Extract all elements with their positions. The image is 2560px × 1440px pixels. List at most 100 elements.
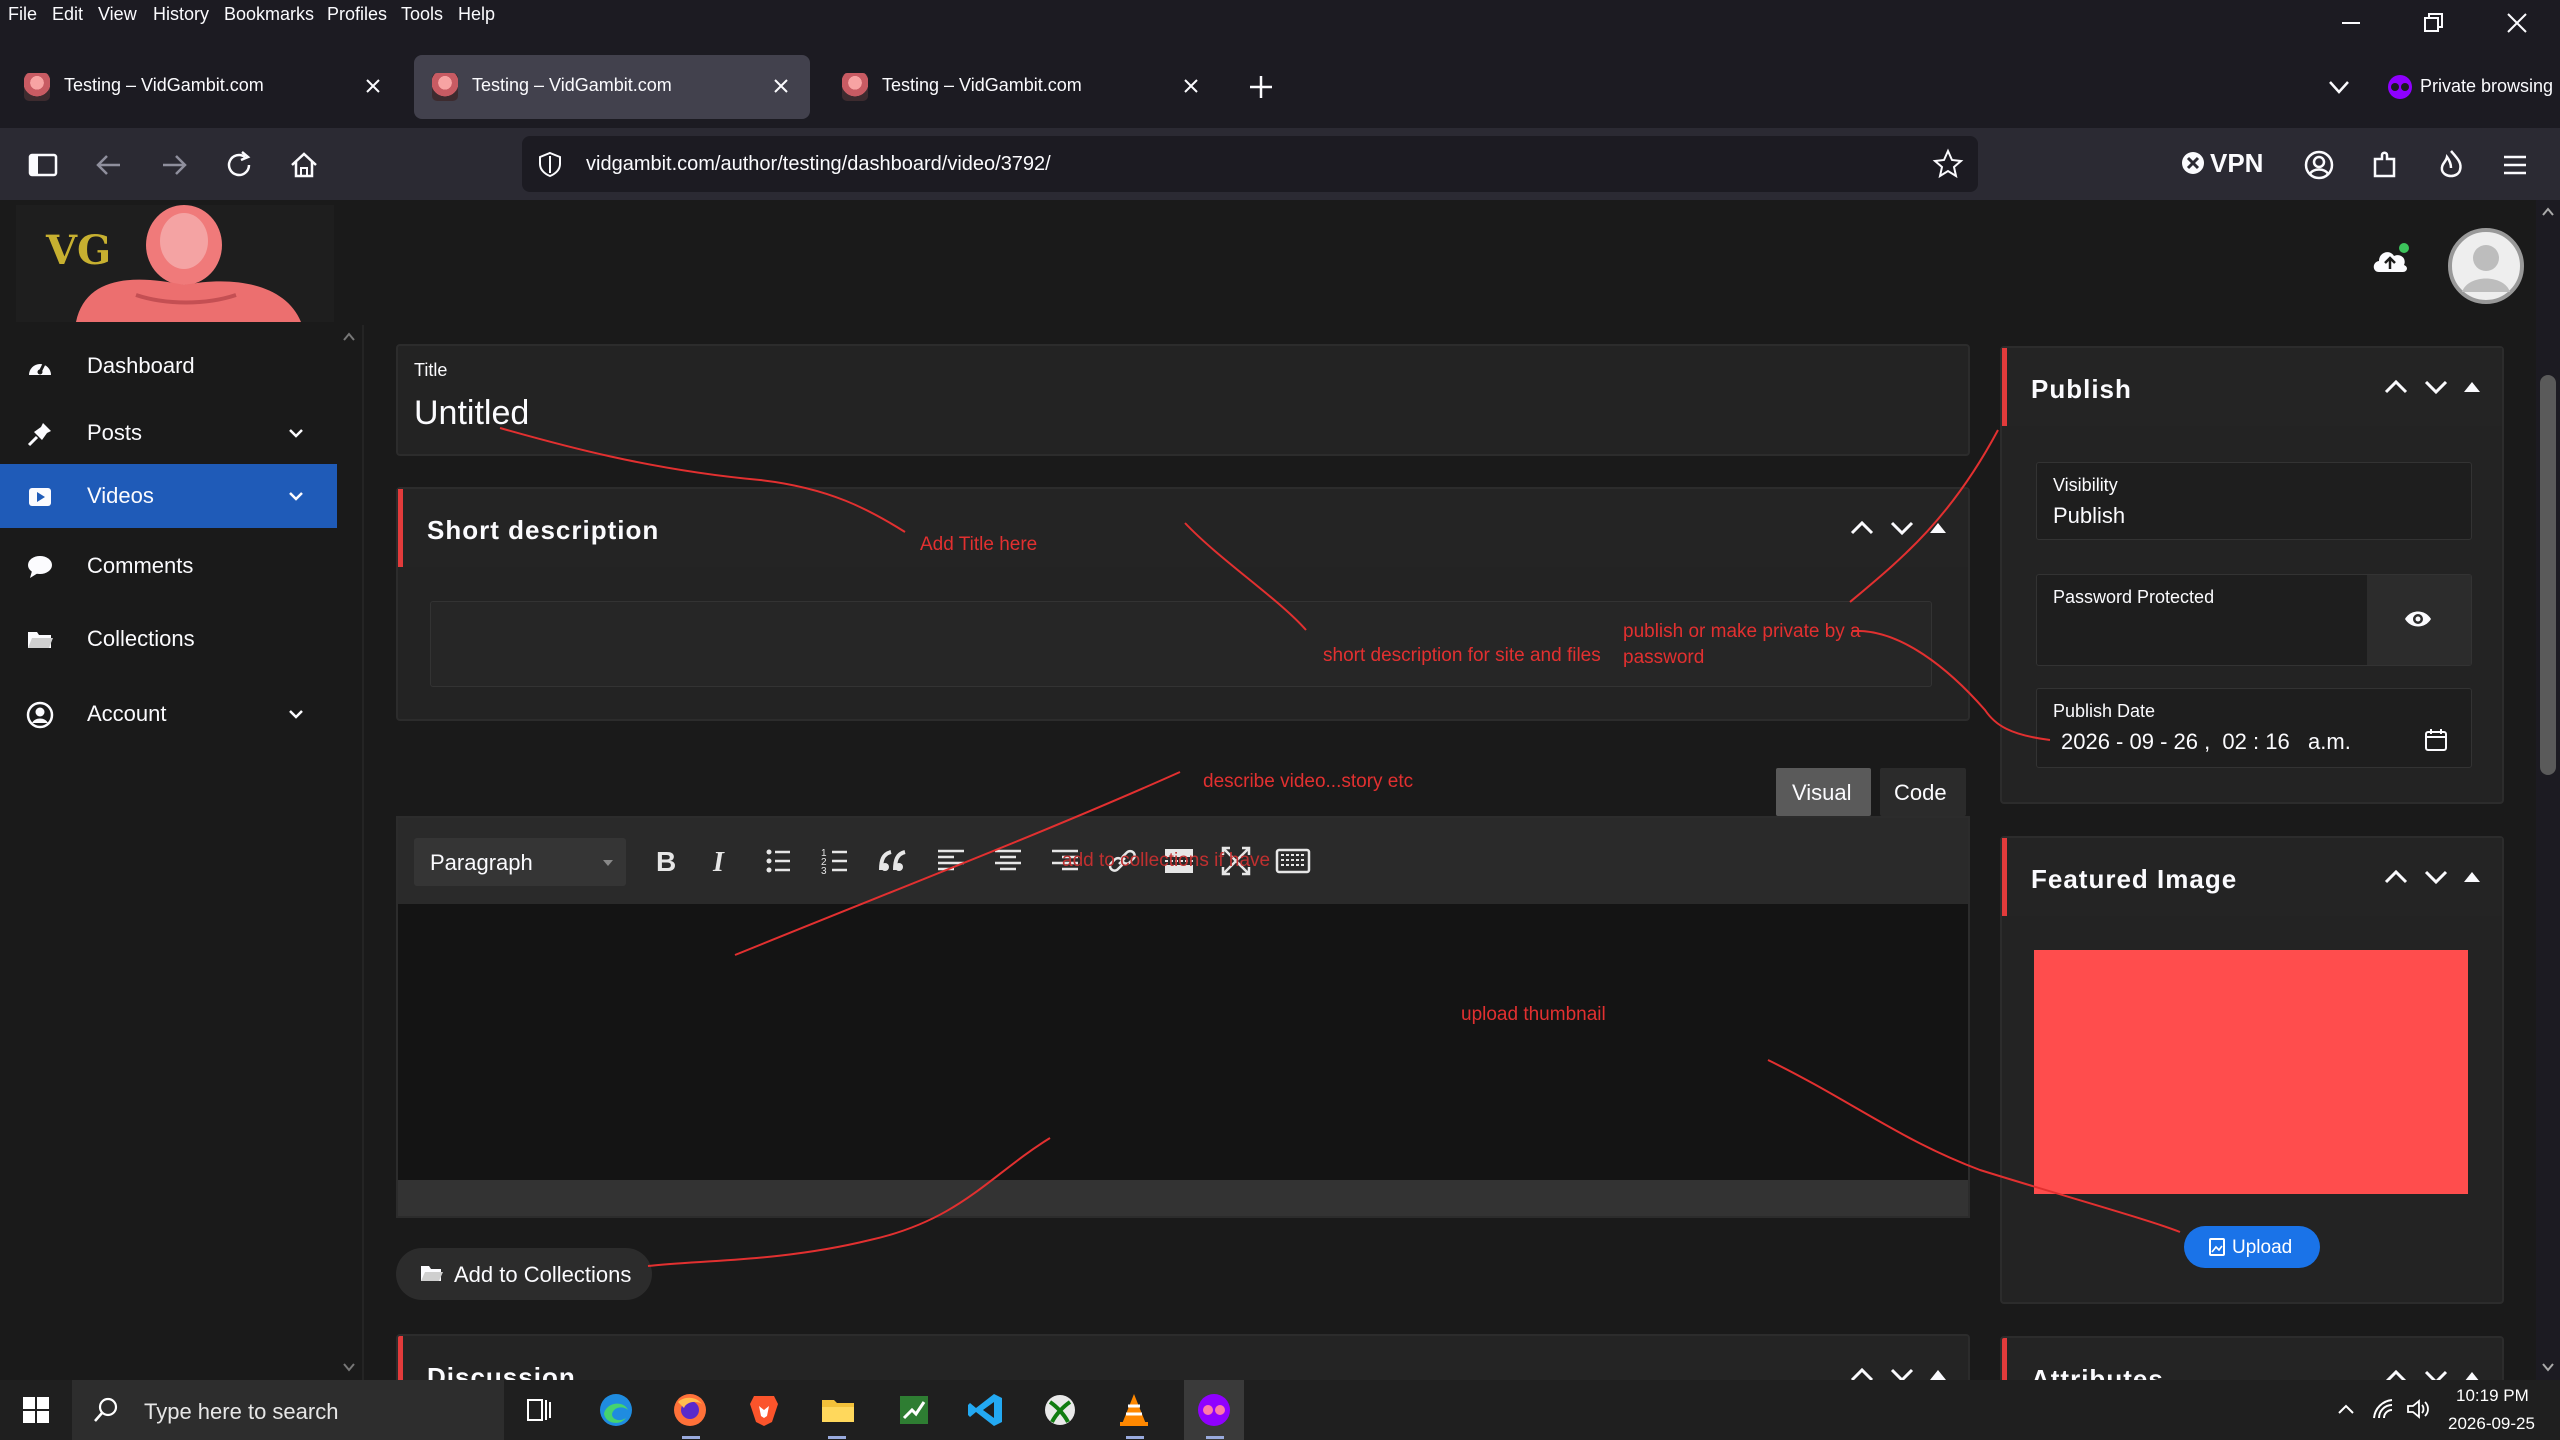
hamburger-menu-icon[interactable] xyxy=(2496,146,2534,184)
chevron-down-icon[interactable] xyxy=(286,423,306,443)
site-logo[interactable]: VG xyxy=(16,205,334,322)
browser-tab-active[interactable]: Testing – VidGambit.com xyxy=(414,55,810,119)
attributes-header[interactable]: Attributes xyxy=(2002,1338,2502,1382)
running-indicator xyxy=(1126,1436,1144,1439)
home-icon[interactable] xyxy=(285,146,323,184)
vscode-icon[interactable] xyxy=(964,1388,1008,1432)
url-text[interactable]: vidgambit.com/author/testing/dashboard/v… xyxy=(586,153,1051,176)
menu-view[interactable]: View xyxy=(98,4,137,25)
upload-button[interactable]: Upload xyxy=(2184,1226,2320,1268)
sidebar-item-collections[interactable]: Collections xyxy=(0,607,337,671)
wifi-icon[interactable] xyxy=(2372,1398,2394,1420)
publish-header[interactable]: Publish xyxy=(2002,348,2502,426)
paragraph-select[interactable]: Paragraph xyxy=(414,838,626,886)
thumbnail-placeholder[interactable] xyxy=(2034,950,2468,1194)
edge-icon[interactable] xyxy=(594,1388,638,1432)
menu-help[interactable]: Help xyxy=(458,4,495,25)
featured-image-header[interactable]: Featured Image xyxy=(2002,838,2502,916)
align-center-icon[interactable] xyxy=(987,840,1029,882)
account-icon[interactable] xyxy=(2300,146,2338,184)
address-bar[interactable]: vidgambit.com/author/testing/dashboard/v… xyxy=(522,136,1978,192)
scroll-up-icon[interactable] xyxy=(2540,205,2556,219)
folder-icon xyxy=(26,626,54,654)
firefox-icon[interactable] xyxy=(668,1388,712,1432)
menu-history[interactable]: History xyxy=(153,4,209,25)
short-description-header[interactable]: Short description xyxy=(398,489,1968,567)
shield-icon[interactable] xyxy=(536,150,564,178)
reload-icon[interactable] xyxy=(220,146,258,184)
forward-icon[interactable] xyxy=(155,146,193,184)
menu-bookmarks[interactable]: Bookmarks xyxy=(224,4,314,25)
menu-profiles[interactable]: Profiles xyxy=(327,4,387,25)
close-tab-icon[interactable] xyxy=(1178,73,1204,99)
sidebar-item-posts[interactable]: Posts xyxy=(0,401,337,465)
sidebar-scroll-down-icon[interactable] xyxy=(342,1360,356,1374)
taskbar-search-box[interactable]: Type here to search xyxy=(72,1380,504,1440)
sidebar-toggle-icon[interactable] xyxy=(24,146,62,184)
vpn-off-icon[interactable] xyxy=(2180,150,2206,176)
publish-date-label: Publish Date xyxy=(2053,701,2156,721)
align-left-icon[interactable] xyxy=(930,840,972,882)
panel-order-controls[interactable] xyxy=(2372,372,2482,402)
publish-date-value[interactable]: 2026 - 09 - 26 , 02 : 16 a.m. xyxy=(2061,729,2351,755)
bullet-list-icon[interactable] xyxy=(758,840,800,882)
upload-cloud-icon[interactable] xyxy=(2370,242,2410,276)
tab-visual[interactable]: Visual xyxy=(1776,768,1871,816)
calendar-icon[interactable] xyxy=(2423,727,2449,753)
browser-tab[interactable]: Testing – VidGambit.com xyxy=(824,55,1220,119)
browser-tab[interactable]: Testing – VidGambit.com xyxy=(6,55,402,119)
blockquote-icon[interactable] xyxy=(873,840,915,882)
close-tab-icon[interactable] xyxy=(360,73,386,99)
scroll-down-icon[interactable] xyxy=(2540,1360,2556,1374)
windows-start-icon[interactable] xyxy=(22,1396,50,1424)
favicon-icon xyxy=(842,73,868,101)
editor-app-icon[interactable] xyxy=(892,1388,936,1432)
toolbar-toggle-icon[interactable] xyxy=(1272,840,1314,882)
volume-icon[interactable] xyxy=(2406,1398,2430,1420)
browser-app-icon[interactable] xyxy=(1192,1388,1236,1432)
xbox-icon[interactable] xyxy=(1038,1388,1082,1432)
publish-date-field[interactable]: Publish Date 2026 - 09 - 26 , 02 : 16 a.… xyxy=(2036,688,2472,768)
menu-file[interactable]: File xyxy=(8,4,37,25)
visibility-select[interactable]: Visibility Publish xyxy=(2036,462,2472,540)
flame-icon[interactable] xyxy=(2432,146,2470,184)
numbered-list-icon[interactable]: 123 xyxy=(815,840,857,882)
chevron-down-icon[interactable] xyxy=(286,486,306,506)
favicon-icon xyxy=(24,73,50,101)
add-to-collections-button[interactable]: Add to Collections xyxy=(396,1248,652,1300)
title-input[interactable]: Untitled xyxy=(414,394,529,433)
brave-icon[interactable] xyxy=(742,1388,786,1432)
panel-order-controls[interactable] xyxy=(2372,862,2482,892)
show-password-button[interactable] xyxy=(2367,575,2471,665)
back-icon[interactable] xyxy=(90,146,128,184)
chevron-down-icon[interactable] xyxy=(286,704,306,724)
avatar[interactable] xyxy=(2448,228,2524,304)
sidebar-item-videos[interactable]: Videos xyxy=(0,464,337,528)
clock-date[interactable]: 2026-09-25 xyxy=(2448,1414,2535,1434)
vlc-icon[interactable] xyxy=(1112,1388,1156,1432)
vpn-label[interactable]: VPN xyxy=(2210,148,2263,179)
title-field[interactable]: Title Untitled xyxy=(396,344,1970,456)
task-view-icon[interactable] xyxy=(518,1388,562,1432)
password-protected-field[interactable]: Password Protected xyxy=(2036,574,2472,666)
tab-code[interactable]: Code xyxy=(1880,768,1966,816)
sidebar-item-comments[interactable]: Comments xyxy=(0,534,337,598)
extensions-icon[interactable] xyxy=(2366,146,2404,184)
clock-time[interactable]: 10:19 PM xyxy=(2456,1386,2529,1406)
file-explorer-icon[interactable] xyxy=(816,1388,860,1432)
list-tabs-chevron-icon[interactable] xyxy=(2326,74,2352,100)
editor-body[interactable] xyxy=(398,904,1968,1180)
sidebar-item-dashboard[interactable]: Dashboard xyxy=(0,334,337,398)
menu-edit[interactable]: Edit xyxy=(52,4,83,25)
bold-icon[interactable]: B xyxy=(644,840,686,882)
tray-chevron-up-icon[interactable] xyxy=(2336,1400,2356,1420)
sidebar-scroll-up-icon[interactable] xyxy=(342,330,356,344)
menu-tools[interactable]: Tools xyxy=(401,4,443,25)
panel-order-controls[interactable] xyxy=(1838,513,1948,543)
page-scrollbar-thumb[interactable] xyxy=(2540,375,2556,775)
sidebar-item-account[interactable]: Account xyxy=(0,682,337,746)
bookmark-star-icon[interactable] xyxy=(1932,148,1964,180)
italic-icon[interactable]: I xyxy=(700,840,742,882)
close-tab-icon[interactable] xyxy=(768,73,794,99)
new-tab-icon[interactable] xyxy=(1246,72,1276,102)
